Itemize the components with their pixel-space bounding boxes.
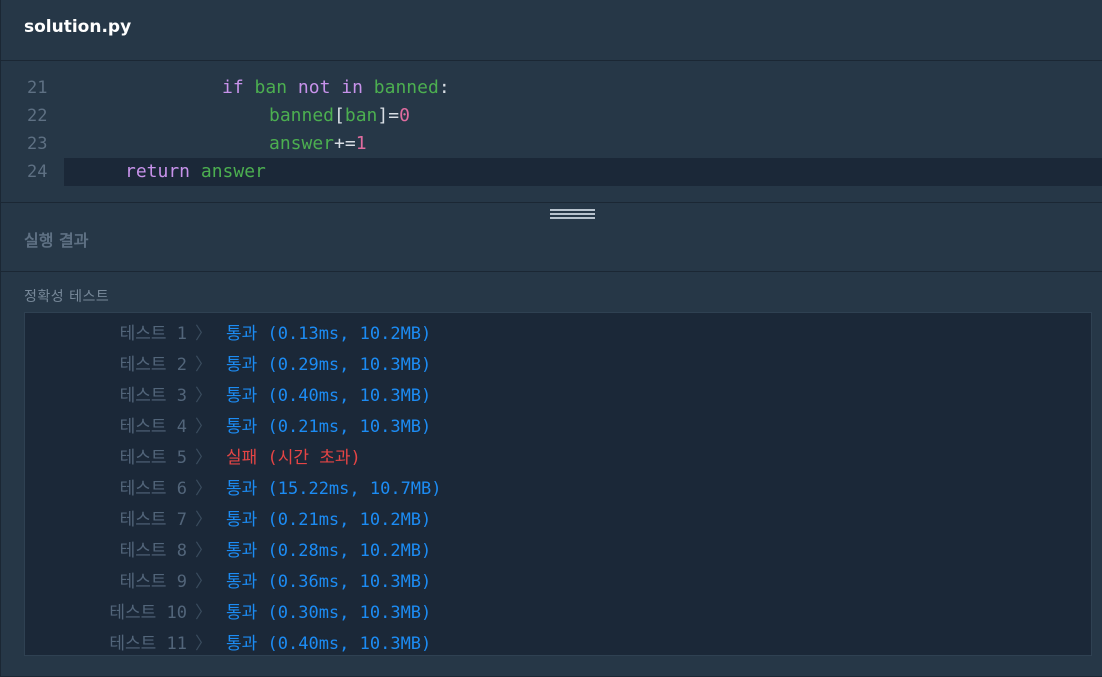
- test-result-text: 통과 (0.40ms, 10.3MB): [226, 386, 432, 406]
- chevron-right-icon: 〉: [195, 386, 212, 406]
- chevron-right-icon: 〉: [195, 510, 212, 530]
- test-label: 테스트 10: [109, 603, 187, 623]
- test-label: 테스트 2: [119, 355, 187, 375]
- chevron-right-icon: 〉: [195, 448, 212, 468]
- test-result-row: 테스트 9 〉 통과 (0.36ms, 10.3MB): [25, 562, 1091, 593]
- line-number: 22: [27, 106, 48, 126]
- code-line[interactable]: 22 banned[ban]=0: [1, 102, 1102, 130]
- test-result-text: 통과 (15.22ms, 10.7MB): [226, 479, 442, 499]
- test-result-text: 통과 (0.28ms, 10.2MB): [226, 541, 432, 561]
- test-label: 테스트 3: [119, 386, 187, 406]
- code-line[interactable]: 21 if ban not in banned:: [1, 74, 1102, 102]
- test-result-text: 통과 (0.21ms, 10.3MB): [226, 417, 432, 437]
- test-label: 테스트 7: [119, 510, 187, 530]
- test-result-text: 통과 (0.21ms, 10.2MB): [226, 510, 432, 530]
- test-label: 테스트 4: [119, 417, 187, 437]
- test-result-row: 테스트 6 〉 통과 (15.22ms, 10.7MB): [25, 469, 1091, 500]
- test-result-row: 테스트 4 〉 통과 (0.21ms, 10.3MB): [25, 407, 1091, 438]
- test-label: 테스트 8: [119, 541, 187, 561]
- test-label: 테스트 1: [119, 324, 187, 344]
- line-number: 23: [27, 134, 48, 154]
- code-text[interactable]: banned[ban]=0: [269, 105, 410, 126]
- section-label: 정확성 테스트: [24, 289, 110, 305]
- chevron-right-icon: 〉: [195, 634, 212, 654]
- code-line-active[interactable]: 24 return answer: [1, 158, 1102, 186]
- chevron-right-icon: 〉: [195, 417, 212, 437]
- test-result-row: 테스트 2 〉 통과 (0.29ms, 10.3MB): [25, 345, 1091, 376]
- code-editor[interactable]: 21 if ban not in banned: 22 banned[ban]=…: [1, 62, 1102, 203]
- chevron-right-icon: 〉: [195, 324, 212, 344]
- chevron-right-icon: 〉: [195, 355, 212, 375]
- line-number: 21: [27, 78, 48, 98]
- chevron-right-icon: 〉: [195, 572, 212, 592]
- test-results-console: 테스트 1 〉 통과 (0.13ms, 10.2MB) 테스트 2 〉 통과 (0.29m…: [24, 312, 1092, 656]
- chevron-right-icon: 〉: [195, 603, 212, 623]
- code-runner-panel: solution.py 21 if ban not in banned: 22 …: [0, 0, 1102, 677]
- test-result-text: 실패 (시간 초과): [226, 448, 361, 468]
- test-result-text: 통과 (0.13ms, 10.2MB): [226, 324, 432, 344]
- code-text[interactable]: if ban not in banned:: [222, 77, 450, 98]
- code-text[interactable]: answer+=1: [269, 133, 367, 154]
- test-result-row: 테스트 11 〉 통과 (0.40ms, 10.3MB): [25, 624, 1091, 655]
- code-text[interactable]: return answer: [125, 161, 266, 182]
- test-result-row: 테스트 7 〉 통과 (0.21ms, 10.2MB): [25, 500, 1091, 531]
- chevron-right-icon: 〉: [195, 541, 212, 561]
- code-line[interactable]: 23 answer+=1: [1, 130, 1102, 158]
- test-result-text: 통과 (0.29ms, 10.3MB): [226, 355, 432, 375]
- test-result-row: 테스트 10 〉 통과 (0.30ms, 10.3MB): [25, 593, 1091, 624]
- test-result-text: 통과 (0.30ms, 10.3MB): [226, 603, 432, 623]
- chevron-right-icon: 〉: [195, 479, 212, 499]
- test-label: 테스트 6: [119, 479, 187, 499]
- test-result-row: 테스트 8 〉 통과 (0.28ms, 10.2MB): [25, 531, 1091, 562]
- result-header: 실행 결과: [1, 203, 1102, 272]
- test-result-row: 테스트 1 〉 통과 (0.13ms, 10.2MB): [25, 314, 1091, 345]
- test-result-text: 통과 (0.40ms, 10.3MB): [226, 634, 432, 654]
- file-header: solution.py: [1, 0, 1102, 61]
- result-title: 실행 결과: [24, 231, 89, 250]
- test-label: 테스트 5: [119, 448, 187, 468]
- test-result-text: 통과 (0.36ms, 10.3MB): [226, 572, 432, 592]
- test-result-row: 테스트 3 〉 통과 (0.40ms, 10.3MB): [25, 376, 1091, 407]
- test-label: 테스트 9: [119, 572, 187, 592]
- line-number: 24: [27, 162, 48, 182]
- file-name-tab[interactable]: solution.py: [24, 17, 131, 37]
- test-label: 테스트 11: [109, 634, 187, 654]
- test-result-row: 테스트 5 〉 실패 (시간 초과): [25, 438, 1091, 469]
